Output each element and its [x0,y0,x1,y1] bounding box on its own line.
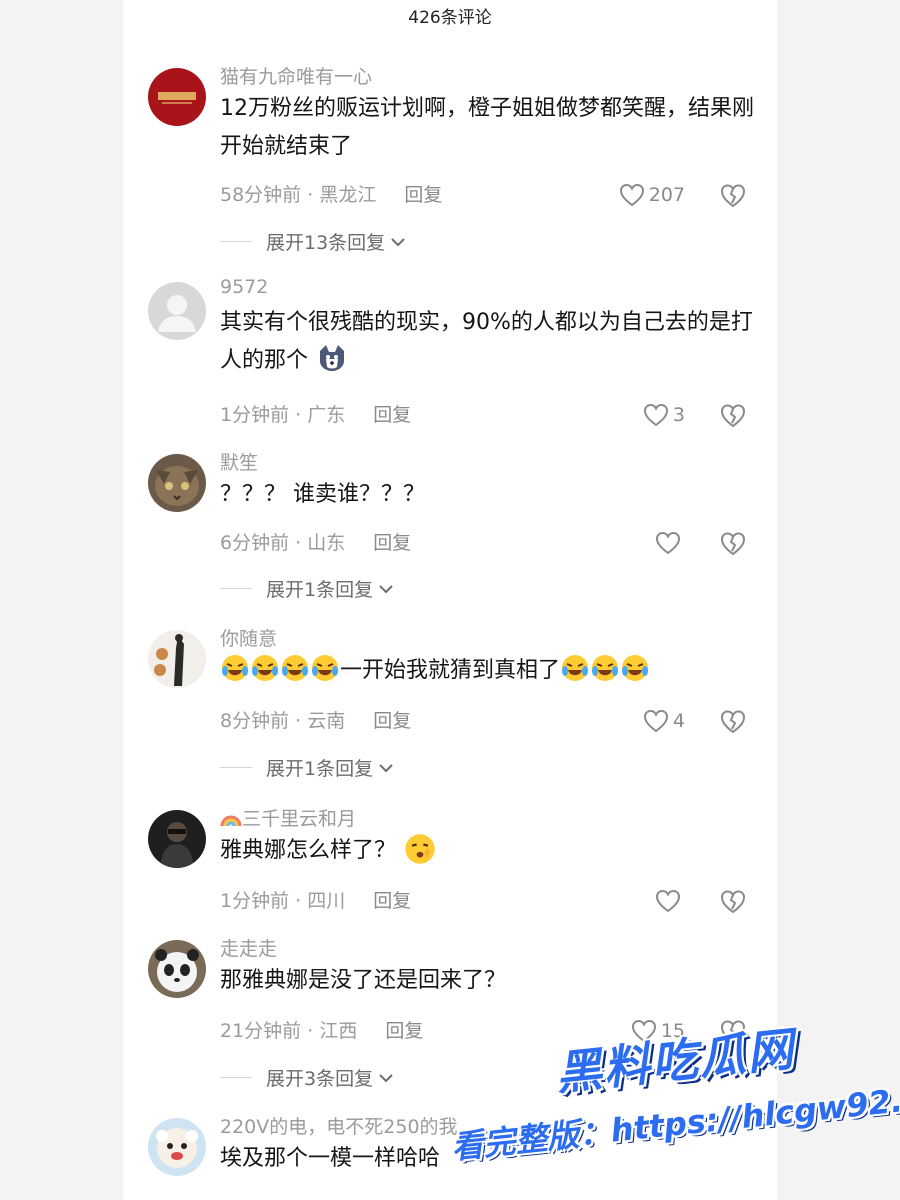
comment-text: 12万粉丝的贩运计划啊，橙子姐姐做梦都笑醒，结果刚开始就结束了 [220,96,754,159]
reply-button[interactable]: 回复 [373,710,411,732]
avatar[interactable] [148,810,206,868]
username[interactable]: 走走走 [220,934,277,961]
username[interactable]: 你随意 [220,624,277,651]
comment-text: 一开始我就猜到真相了 [220,652,760,690]
comment-text: 埃及那个一模一样哈哈 [220,1146,441,1171]
reply-button[interactable]: 回复 [373,532,411,554]
comment-text: ？？？ 谁卖谁？？？ [220,482,425,507]
heart-icon [619,183,644,207]
laughing-crying-emoji-icon [562,655,589,681]
like-button[interactable] [655,528,685,558]
divider [220,588,252,589]
heart-icon [655,889,681,913]
comment-meta: 21分钟前 · 江西 回复 [220,1020,424,1042]
comments-panel: 426条评论 猫有九命唯有一心 12万粉丝的贩运计划啊，橙子姐姐做梦都笑醒，结果… [123,0,777,1200]
husky-emoji-icon [320,345,345,371]
comment-meta: 1分钟前 · 广东 回复 [220,404,412,426]
expand-replies-label: 展开3条回复 [266,1068,374,1090]
chevron-down-icon [391,237,405,246]
comment-meta: 6分钟前 · 山东 回复 [220,532,412,554]
chevron-down-icon [379,584,393,593]
comment-text: 其实有个很残酷的现实，90%的人都以为自己去的是打人的那个 [220,310,753,373]
dislike-icon[interactable] [719,401,747,429]
reply-button[interactable]: 回复 [373,404,411,426]
comment-meta: 58分钟前 · 黑龙江 回复 [220,184,443,206]
chevron-down-icon [379,1073,393,1082]
avatar[interactable] [148,630,206,688]
avatar[interactable] [148,1118,206,1176]
comment-meta: 1分钟前 · 四川 回复 [220,890,412,912]
divider [220,241,252,242]
dislike-icon[interactable] [719,707,747,735]
heart-icon [643,403,668,427]
like-button[interactable]: 207 [619,180,685,210]
expand-replies-label: 展开1条回复 [266,758,374,780]
location: 广东 [307,404,346,426]
username[interactable]: 220V的电，电不死250的我 [220,1112,458,1139]
dislike-icon[interactable] [719,1017,747,1045]
like-count: 207 [648,184,685,206]
rainbow-icon [220,815,242,827]
comment-meta: 8分钟前 · 云南 回复 [220,710,412,732]
timestamp: 1分钟前 [220,890,290,912]
laughing-crying-emoji-icon [282,655,308,681]
dislike-icon[interactable] [719,887,747,915]
username[interactable]: 9572 [220,276,268,298]
shushing-face-emoji-icon [405,834,435,864]
like-count: 3 [672,404,685,426]
location: 云南 [307,710,346,732]
expand-replies[interactable]: 展开1条回复 [220,754,395,781]
like-button[interactable]: 15 [631,1016,685,1046]
dislike-icon[interactable] [719,181,747,209]
like-button[interactable]: 3 [643,400,685,430]
timestamp: 21分钟前 [220,1020,302,1042]
divider [220,767,252,768]
location: 黑龙江 [319,184,377,206]
comment-text: 那雅典娜是没了还是回来了？ [220,968,507,993]
heart-icon [631,1019,656,1043]
comment-count-title: 426条评论 [408,8,492,28]
like-count: 4 [672,710,685,732]
timestamp: 58分钟前 [220,184,302,206]
timestamp: 1分钟前 [220,404,290,426]
divider [220,1077,252,1078]
expand-replies-label: 展开1条回复 [266,579,374,601]
like-button[interactable]: 4 [643,706,685,736]
heart-icon [655,531,681,555]
username[interactable]: 默笙 [220,448,258,475]
chevron-down-icon [379,763,393,772]
laughing-crying-emoji-icon [312,655,338,681]
reply-button[interactable]: 回复 [404,184,442,206]
location: 四川 [307,890,346,912]
expand-replies[interactable]: 展开1条回复 [220,575,395,602]
timestamp: 6分钟前 [220,532,290,554]
expand-replies[interactable]: 展开13条回复 [220,228,407,255]
avatar[interactable] [148,454,206,512]
expand-replies[interactable]: 展开3条回复 [220,1064,395,1091]
location: 江西 [319,1020,358,1042]
expand-replies-label: 展开13条回复 [266,232,386,254]
comment-text: 雅典娜怎么样了？ [220,832,760,870]
avatar[interactable] [148,282,206,340]
timestamp: 8分钟前 [220,710,290,732]
like-count: 15 [660,1020,685,1042]
like-button[interactable] [655,886,685,916]
reply-button[interactable]: 回复 [385,1020,423,1042]
laughing-crying-emoji-icon [592,655,619,681]
laughing-crying-emoji-icon [222,655,248,681]
reply-button[interactable]: 回复 [373,890,411,912]
dislike-icon[interactable] [719,529,747,557]
location: 山东 [307,532,346,554]
username[interactable]: 猫有九命唯有一心 [220,62,372,89]
laughing-crying-emoji-icon [252,655,278,681]
avatar[interactable] [148,68,206,126]
heart-icon [643,709,668,733]
username[interactable]: 三千里云和月 [220,804,356,831]
avatar[interactable] [148,940,206,998]
laughing-crying-emoji-icon [622,655,649,681]
